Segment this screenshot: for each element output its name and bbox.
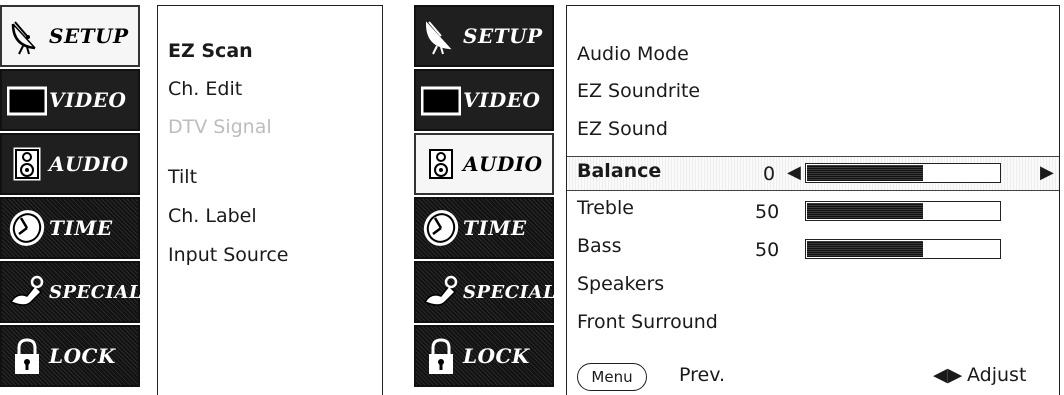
tab-label: TIME [49, 216, 113, 240]
tab-label: LOCK [49, 344, 116, 368]
treble-slider[interactable] [805, 201, 1001, 221]
left-tab-video[interactable]: VIDEO [0, 69, 140, 131]
menu-button[interactable]: Menu [577, 363, 647, 391]
bass-value: 50 [755, 239, 780, 261]
slider-fill [807, 203, 924, 219]
adjust-label: Adjust [967, 364, 1027, 386]
right-menu-panel: Audio Mode EZ Soundrite EZ Sound Balance… [566, 5, 1060, 395]
right-tab-time[interactable]: TIME [414, 197, 554, 259]
satellite-dish-icon [11, 21, 36, 55]
screen-icon [421, 86, 461, 116]
clock-icon [9, 210, 45, 246]
right-tab-video[interactable]: VIDEO [414, 69, 554, 131]
slider-fill [807, 241, 924, 257]
clock-icon [423, 210, 459, 246]
menu-item-ez-scan[interactable]: EZ Scan [168, 40, 253, 62]
menu-item-balance[interactable]: Balance [577, 160, 661, 182]
menu-item-front-surround[interactable]: Front Surround [577, 311, 718, 333]
arrow-right-icon[interactable]: ▶ [1040, 162, 1054, 183]
tab-label: AUDIO [49, 152, 129, 176]
right-tab-setup[interactable]: SETUP [414, 5, 554, 67]
prev-label: Prev. [679, 364, 726, 386]
balance-value: 0 [763, 163, 776, 185]
right-tab-special[interactable]: SPECIAL [414, 261, 557, 323]
right-tab-lock[interactable]: LOCK [414, 325, 554, 387]
screen-icon [7, 86, 47, 116]
bass-slider[interactable] [805, 239, 1001, 259]
menu-item-ch-edit[interactable]: Ch. Edit [168, 78, 242, 100]
menu-item-ez-sound[interactable]: EZ Sound [577, 118, 668, 140]
menu-item-bass[interactable]: Bass [577, 235, 621, 257]
special-icon [423, 275, 458, 306]
menu-item-ez-soundrite[interactable]: EZ Soundrite [577, 80, 700, 102]
tab-label: AUDIO [463, 152, 543, 176]
padlock-icon [15, 338, 39, 374]
tab-label: VIDEO [463, 88, 541, 112]
tab-label: SETUP [463, 24, 543, 48]
menu-item-ch-label[interactable]: Ch. Label [168, 205, 257, 227]
slider-fill [807, 165, 924, 181]
left-tab-time[interactable]: TIME [0, 197, 140, 259]
menu-item-audio-mode[interactable]: Audio Mode [577, 43, 689, 65]
special-icon [9, 275, 44, 306]
tab-label: VIDEO [49, 88, 127, 112]
balance-slider[interactable] [805, 163, 1001, 183]
left-tab-special[interactable]: SPECIAL [0, 261, 143, 323]
tab-label: SETUP [49, 24, 129, 48]
left-tab-setup[interactable]: SETUP [0, 5, 140, 67]
tab-label: LOCK [463, 344, 530, 368]
menu-item-speakers[interactable]: Speakers [577, 273, 664, 295]
tab-label: SPECIAL [463, 281, 557, 303]
menu-item-input-source[interactable]: Input Source [168, 244, 289, 266]
left-menu-panel: EZ Scan Ch. Edit DTV Signal Tilt Ch. Lab… [157, 5, 383, 395]
padlock-icon [429, 338, 453, 374]
menu-item-dtv-signal: DTV Signal [168, 116, 272, 138]
speaker-icon [13, 147, 41, 181]
adjust-arrows-icon: ◀▶ [933, 364, 963, 386]
right-tab-audio[interactable]: AUDIO [414, 133, 554, 195]
menu-item-tilt[interactable]: Tilt [168, 166, 197, 188]
satellite-dish-icon [425, 21, 452, 55]
arrow-left-icon[interactable]: ◀ [787, 162, 801, 183]
speaker-icon [429, 149, 453, 179]
left-tab-lock[interactable]: LOCK [0, 325, 140, 387]
treble-value: 50 [755, 201, 780, 223]
tab-label: TIME [463, 216, 527, 240]
left-tab-audio[interactable]: AUDIO [0, 133, 140, 195]
tab-label: SPECIAL [49, 281, 143, 303]
menu-item-treble[interactable]: Treble [577, 197, 634, 219]
